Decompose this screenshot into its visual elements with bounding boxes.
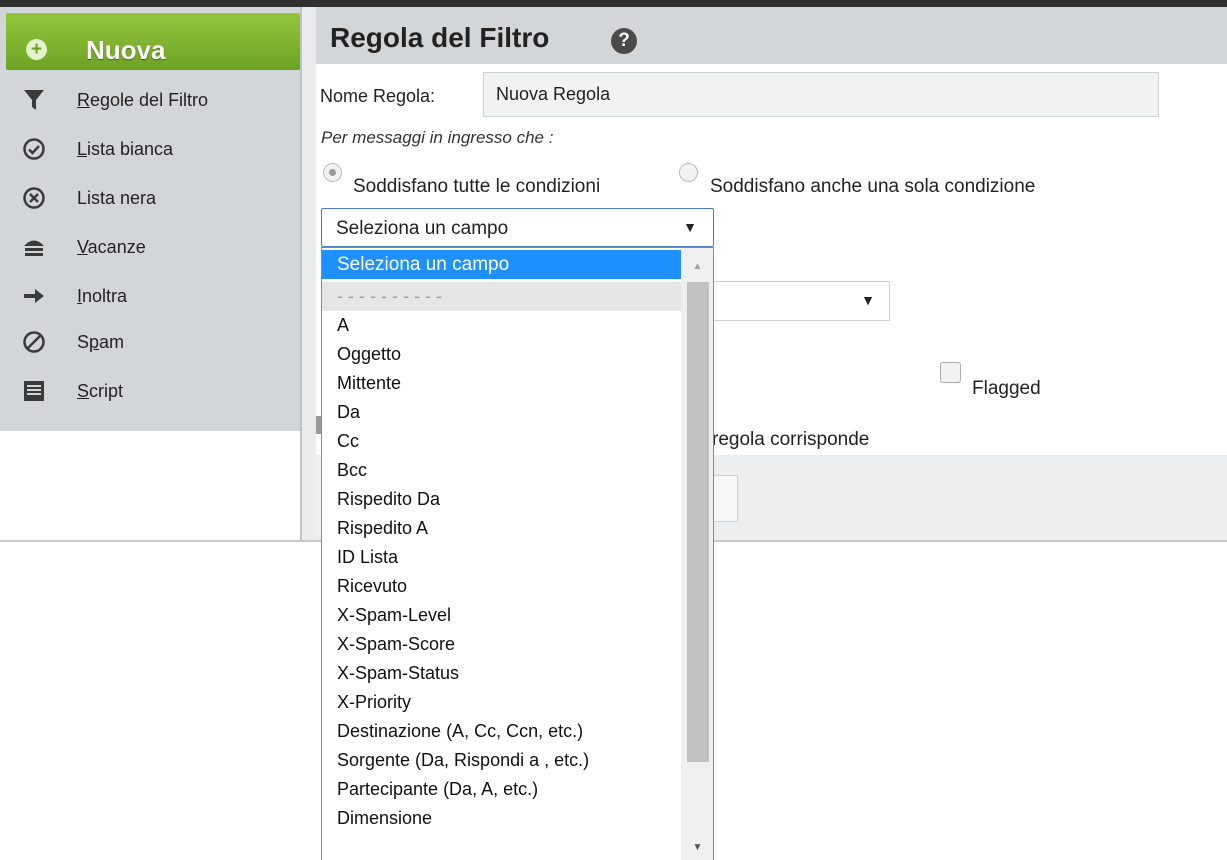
dropdown-option[interactable]: Bcc — [322, 456, 681, 485]
dropdown-separator: - - - - - - - - - - — [322, 282, 681, 311]
dropdown-option[interactable]: Oggetto — [322, 340, 681, 369]
dropdown-option[interactable]: Cc — [322, 427, 681, 456]
page-title: Regola del Filtro — [330, 22, 550, 53]
rule-name-input[interactable] — [483, 72, 1159, 117]
arrow-right-icon — [24, 289, 44, 303]
dropdown-option[interactable]: A — [322, 311, 681, 340]
new-rule-button[interactable]: + Nuova — [6, 13, 300, 70]
dropdown-option[interactable]: Dimensione — [322, 804, 681, 833]
sidebar-gutter — [302, 7, 316, 540]
dropdown-option[interactable]: Partecipante (Da, A, etc.) — [322, 775, 681, 804]
dropdown-option[interactable]: Destinazione (A, Cc, Ccn, etc.) — [322, 717, 681, 746]
dropdown-option[interactable]: X-Spam-Level — [322, 601, 681, 630]
dropdown-arrow-icon: ▼ — [683, 219, 697, 235]
sidebar-item-label: Lista bianca — [77, 139, 174, 159]
operator-select[interactable]: ▼ — [700, 281, 890, 321]
help-icon[interactable]: ? — [611, 28, 637, 54]
prohibited-icon — [23, 331, 45, 353]
dropdown-option[interactable]: ID Lista — [322, 543, 681, 572]
radio-all-label: Soddisfano tutte le condizioni — [353, 176, 601, 197]
sidebar-item-label: Vacanze — [77, 237, 146, 257]
plus-icon: + — [26, 39, 47, 60]
dropdown-option[interactable]: Rispedito A — [322, 514, 681, 543]
flagged-checkbox[interactable] — [940, 362, 961, 383]
dropdown-option-selected[interactable]: Seleziona un campo — [322, 250, 681, 279]
sidebar-item-label: Regole del Filtro — [77, 90, 209, 110]
dropdown-option[interactable]: Rispedito Da — [322, 485, 681, 514]
dropdown-scrollbar[interactable]: ▲ ▼ — [681, 248, 713, 860]
dropdown-option[interactable]: X-Priority — [322, 688, 681, 717]
stop-rule-label: regola corrisponde — [712, 429, 870, 450]
scroll-down-icon[interactable]: ▼ — [681, 834, 713, 860]
radio-any-label: Soddisfano anche una sola condizione — [710, 176, 1036, 197]
script-icon — [24, 381, 44, 401]
scroll-thumb[interactable] — [687, 282, 709, 762]
page-header: Regola del Filtro ? — [316, 7, 1227, 64]
funnel-icon — [24, 90, 44, 110]
top-bar — [0, 0, 1227, 7]
sidebar-item-label: Lista nera — [77, 188, 157, 208]
sidebar-item-label: Inoltra — [77, 286, 128, 306]
field-select[interactable]: Seleziona un campo ▼ — [321, 208, 714, 247]
sidebar-item-label: Script — [77, 381, 124, 401]
field-dropdown-list[interactable]: Seleziona un campo - - - - - - - - - - A… — [321, 247, 714, 860]
beach-icon — [24, 240, 44, 256]
radio-all-conditions[interactable] — [323, 163, 342, 182]
incoming-messages-label: Per messaggi in ingresso che : — [321, 128, 554, 147]
scroll-up-icon[interactable]: ▲ — [681, 248, 713, 282]
dropdown-option[interactable]: X-Spam-Status — [322, 659, 681, 688]
x-circle-icon — [23, 187, 45, 209]
dropdown-option[interactable]: X-Spam-Score — [322, 630, 681, 659]
new-rule-label: Nuova — [86, 35, 166, 65]
dropdown-option[interactable]: Ricevuto — [322, 572, 681, 601]
field-select-value: Seleziona un campo — [336, 218, 509, 239]
radio-any-condition[interactable] — [679, 163, 698, 182]
dropdown-option[interactable]: Sorgente (Da, Rispondi a , etc.) — [322, 746, 681, 775]
flagged-label: Flagged — [972, 378, 1041, 399]
dropdown-arrow-icon: ▼ — [861, 292, 875, 308]
sidebar: + Nuova Regole del Filtro Lista bianca L… — [0, 7, 302, 431]
check-circle-icon — [23, 138, 45, 160]
dropdown-option[interactable]: Mittente — [322, 369, 681, 398]
sidebar-item-label: Spam — [77, 332, 125, 352]
dropdown-option[interactable]: Da — [322, 398, 681, 427]
rule-name-label: Nome Regola: — [320, 86, 436, 106]
